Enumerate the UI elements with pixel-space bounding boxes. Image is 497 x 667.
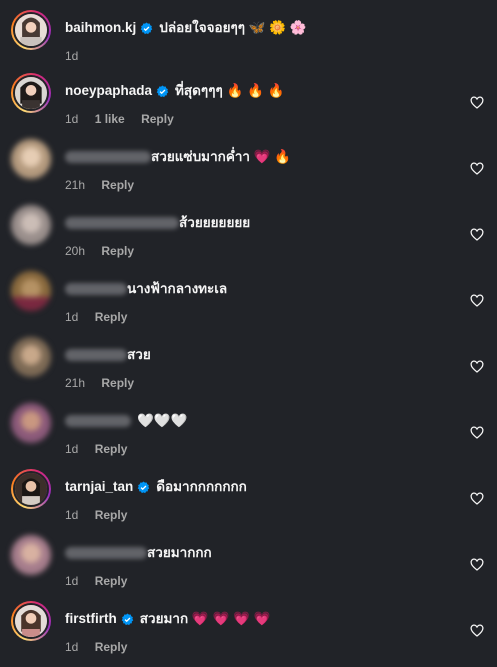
avatar[interactable] (11, 469, 51, 509)
comment-text: สวยมาก 💗 💗 💗 💗 (139, 611, 271, 626)
avatar[interactable] (11, 337, 51, 377)
comment-text: 🤍🤍🤍 (137, 413, 188, 428)
comment-username[interactable]: tarnjai_tan (65, 479, 133, 495)
comment-time: 1d (65, 49, 79, 63)
comment-time: 1d (65, 508, 79, 522)
comment-time: 1d (65, 310, 79, 324)
comment-time: 21h (65, 178, 86, 192)
comment-username[interactable] (65, 217, 179, 229)
reply-button[interactable]: Reply (95, 574, 128, 588)
comment-time: 1d (65, 574, 79, 588)
comment-username[interactable] (65, 151, 151, 163)
comment-item: firstfirth สวยมาก 💗 💗 💗 💗 1d Reply (0, 601, 497, 667)
avatar[interactable] (11, 535, 51, 575)
comment-item: baihmon.kj ปล่อยใจจอยๆๆ 🦋 🌼 🌸 1d (0, 10, 497, 76)
avatar[interactable] (11, 403, 51, 443)
comment-username[interactable]: baihmon.kj (65, 20, 136, 36)
heart-outline-icon[interactable] (470, 624, 484, 638)
verified-badge-icon (121, 613, 134, 626)
avatar[interactable] (11, 10, 51, 50)
reply-button[interactable]: Reply (141, 112, 174, 126)
comment-time: 1d (65, 442, 79, 456)
avatar[interactable] (11, 73, 51, 113)
comment-item: noeypaphada ที่สุดๆๆๆ 🔥 🔥 🔥 1d 1 like Re… (0, 73, 497, 139)
avatar[interactable] (11, 271, 51, 311)
comment-time: 1d (65, 640, 79, 654)
reply-button[interactable]: Reply (101, 376, 134, 390)
comment-text: ปล่อยใจจอยๆๆ 🦋 🌼 🌸 (159, 20, 307, 35)
reply-button[interactable]: Reply (95, 508, 128, 522)
comment-item: tarnjai_tan ดือมากกกกกกก 1d Reply (0, 469, 497, 535)
heart-outline-icon[interactable] (470, 426, 484, 440)
comment-time: 21h (65, 376, 86, 390)
comment-item: นางฟ้ากลางทะเล 1d Reply (0, 271, 497, 337)
comment-username[interactable]: firstfirth (65, 611, 117, 627)
verified-badge-icon (137, 481, 150, 494)
comment-text: สวย (127, 347, 151, 362)
heart-outline-icon[interactable] (470, 162, 484, 176)
avatar[interactable] (11, 601, 51, 641)
reply-button[interactable]: Reply (101, 178, 134, 192)
avatar[interactable] (11, 205, 51, 245)
comment-item: สวยมากกก 1d Reply (0, 535, 497, 601)
reply-button[interactable]: Reply (95, 640, 128, 654)
comment-username[interactable] (65, 547, 147, 559)
verified-badge-icon (140, 22, 153, 35)
heart-outline-icon[interactable] (470, 558, 484, 572)
reply-button[interactable]: Reply (95, 310, 128, 324)
heart-outline-icon[interactable] (470, 360, 484, 374)
comment-username[interactable] (65, 349, 127, 361)
heart-outline-icon[interactable] (470, 96, 484, 110)
comment-username[interactable] (65, 283, 127, 295)
comment-text: ที่สุดๆๆๆ 🔥 🔥 🔥 (175, 83, 285, 98)
comment-text: สวยมากกก (147, 545, 212, 560)
comment-text: นางฟ้ากลางทะเล (127, 281, 228, 296)
comment-username[interactable] (65, 415, 131, 427)
comment-item: 🤍🤍🤍 1d Reply (0, 403, 497, 469)
comment-likes[interactable]: 1 like (95, 112, 125, 126)
comment-text: สวยแซ่บมากค่ำา 💗 🔥 (151, 149, 292, 164)
comment-item: สวยแซ่บมากค่ำา 💗 🔥 21h Reply (0, 139, 497, 205)
heart-outline-icon[interactable] (470, 492, 484, 506)
reply-button[interactable]: Reply (95, 442, 128, 456)
avatar[interactable] (11, 139, 51, 179)
heart-outline-icon[interactable] (470, 294, 484, 308)
comment-time: 1d (65, 112, 79, 126)
comment-time: 20h (65, 244, 86, 258)
comment-text: ส้วยยยยยยย (179, 215, 251, 230)
comment-item: ส้วยยยยยยย 20h Reply (0, 205, 497, 271)
verified-badge-icon (156, 85, 169, 98)
comment-text: ดือมากกกกกกก (156, 479, 247, 494)
reply-button[interactable]: Reply (101, 244, 134, 258)
comment-item: สวย 21h Reply (0, 337, 497, 403)
heart-outline-icon[interactable] (470, 228, 484, 242)
comment-username[interactable]: noeypaphada (65, 83, 152, 99)
